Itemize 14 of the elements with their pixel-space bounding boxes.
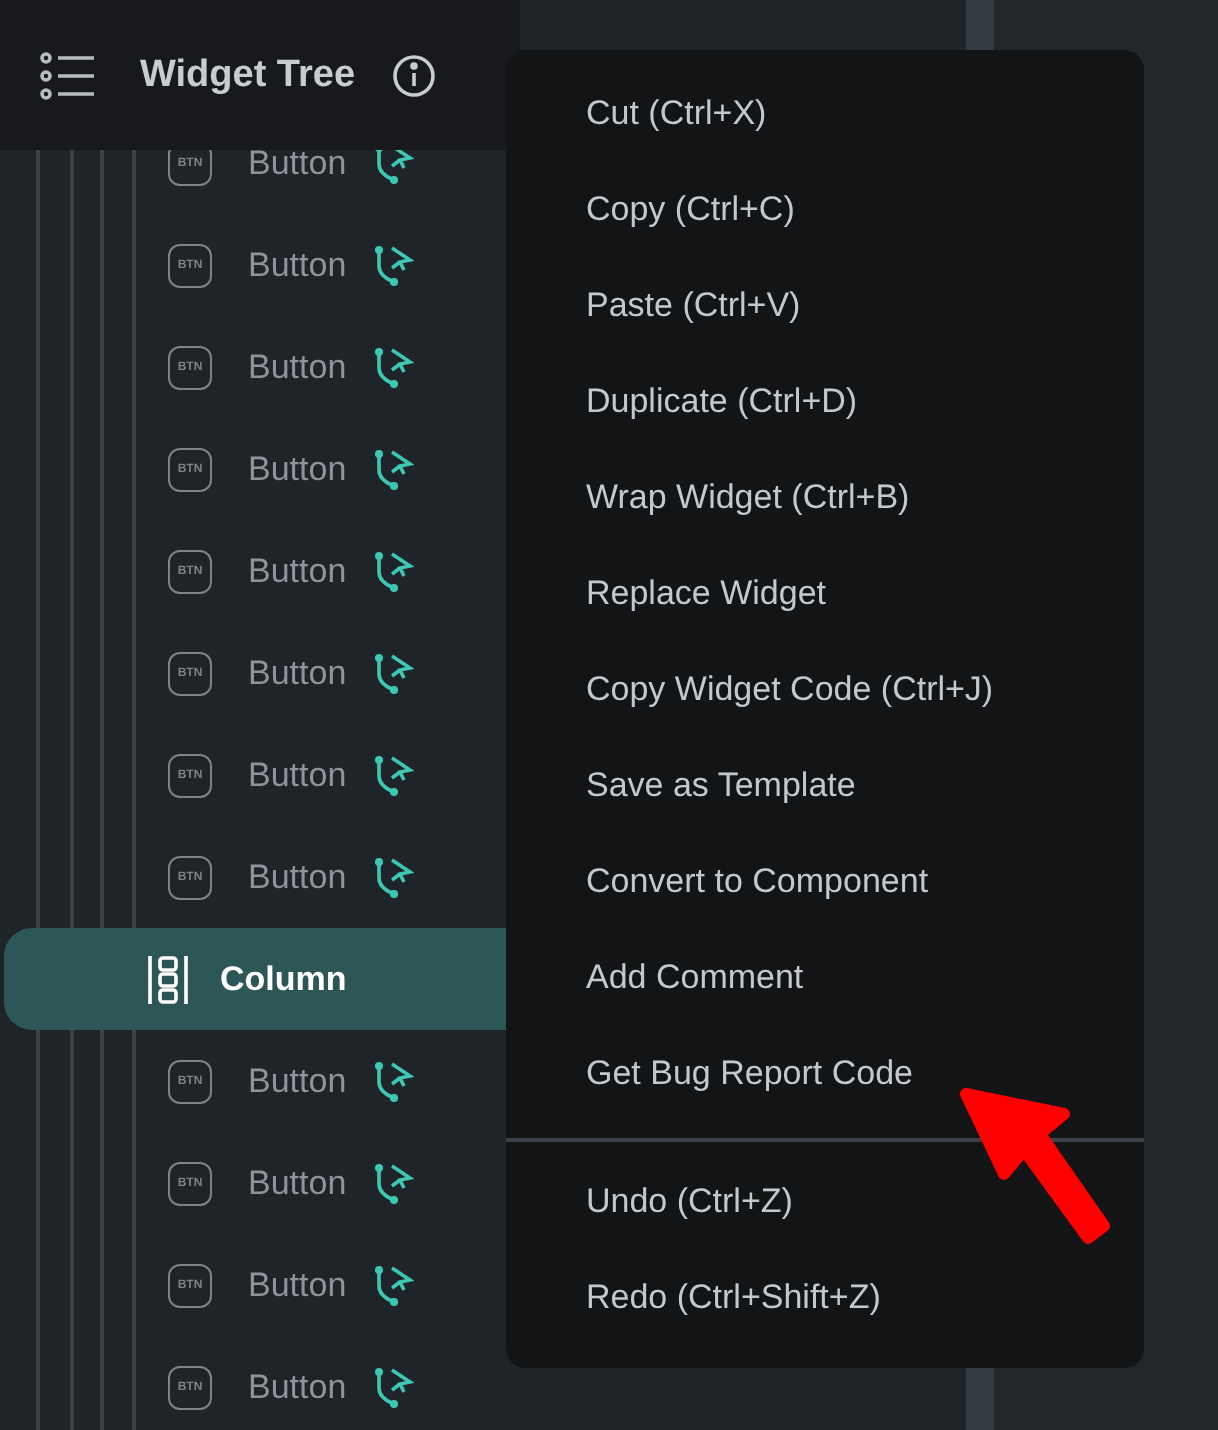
tree-item-label: Button xyxy=(248,449,347,489)
tree-item-label: Button xyxy=(248,755,347,795)
tree-item-label: Button xyxy=(248,347,347,387)
tree-item-label: Button xyxy=(248,1163,347,1203)
tree-item-label: Button xyxy=(248,1061,347,1101)
tree-item-label: Button xyxy=(248,857,347,897)
tree-item-label: Button xyxy=(248,245,347,285)
tree-item-label: Button xyxy=(248,1367,347,1407)
tree-item-label: Column xyxy=(220,959,347,999)
tree-item-label: Button xyxy=(248,653,347,693)
panel-title: Widget Tree xyxy=(140,53,356,97)
tree-item-label: Button xyxy=(248,143,347,183)
tree-item-label: Button xyxy=(248,551,347,591)
tree-item-label: Button xyxy=(248,1265,347,1305)
